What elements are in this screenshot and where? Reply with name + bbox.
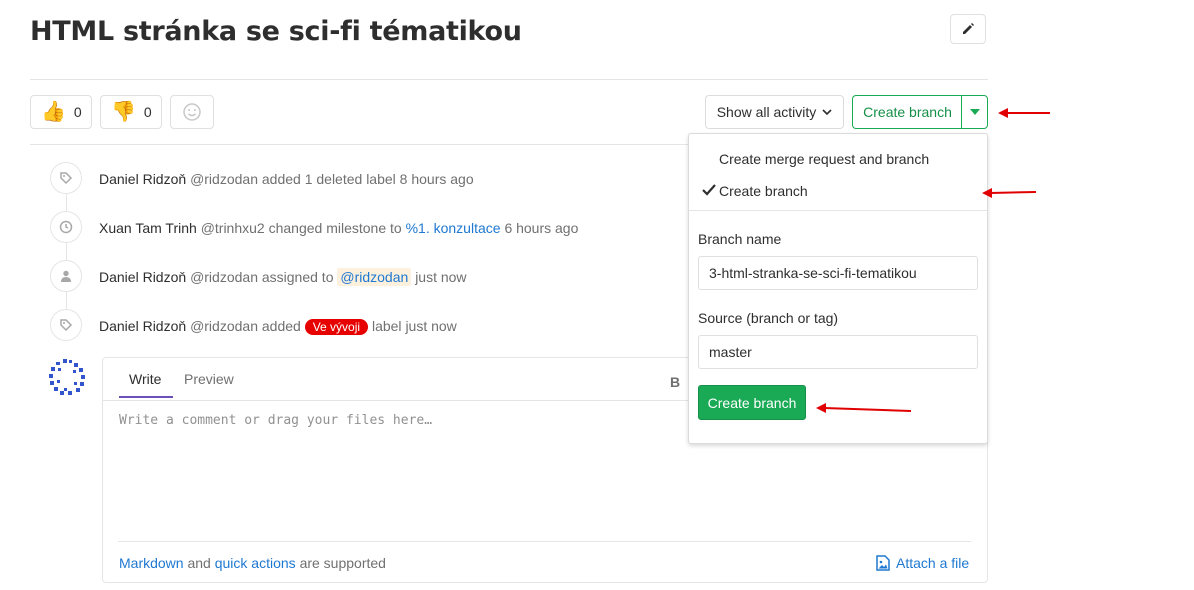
timeline-note: Daniel Ridzoň @ridzodan assigned to @rid… [99,268,467,286]
quick-actions-link[interactable]: quick actions [215,555,296,571]
image-file-icon [876,555,890,571]
thumbs-up-icon: 👍 [41,101,66,123]
title-divider [30,79,988,80]
markdown-link[interactable]: Markdown [119,555,184,571]
user-mention[interactable]: @ridzodan [337,268,412,286]
source-label: Source (branch or tag) [698,310,839,326]
clock-icon [59,220,73,234]
timeline-line [66,178,67,328]
option-create-merge-request-and-branch[interactable]: Create merge request and branch [719,151,929,167]
markdown-note: Markdown and quick actions are supported [119,555,386,571]
note-author[interactable]: Daniel Ridzoň [99,171,186,187]
tab-preview[interactable]: Preview [184,371,234,387]
annotation-arrow-3 [816,403,912,413]
chevron-down-icon [822,109,832,116]
note-author[interactable]: Daniel Ridzoň [99,269,186,285]
activity-divider [30,144,690,145]
note-time[interactable]: 6 hours ago [504,220,578,236]
note-handle[interactable]: @ridzodan [190,318,258,334]
markdown-note-and: and [187,555,211,571]
note-time[interactable]: just now [405,318,456,334]
tabs-divider [103,400,688,401]
create-branch-dropdown-toggle[interactable] [961,95,988,129]
attach-file-label: Attach a file [896,555,970,571]
note-author[interactable]: Daniel Ridzoň [99,318,186,334]
dropdown-divider [689,210,987,211]
annotation-arrow-2 [982,188,1037,198]
submit-create-branch-button[interactable]: Create branch [698,385,806,420]
pencil-icon [963,23,974,34]
note-action: added 1 deleted label [261,171,396,187]
note-author[interactable]: Xuan Tam Trinh [99,220,197,236]
note-handle[interactable]: @ridzodan [190,171,258,187]
annotation-arrow-1 [998,108,1050,118]
tab-write[interactable]: Write [129,371,161,387]
add-reaction-button[interactable] [170,95,214,129]
tag-icon [60,319,73,332]
activity-filter-label: Show all activity [716,104,817,120]
timeline-note: Daniel Ridzoň @ridzodan added Ve vývoji … [99,318,457,335]
thumbs-up-award-button[interactable]: 👍 0 [30,95,92,129]
note-handle[interactable]: @ridzodan [190,269,258,285]
smiley-icon [183,103,201,121]
scoped-label-badge[interactable]: Ve vývoji [304,319,369,335]
attach-file-button[interactable]: Attach a file [876,555,969,571]
branch-name-input[interactable]: 3-html-stranka-se-sci-fi-tematikou [698,256,978,290]
edit-title-button[interactable] [950,14,986,44]
tag-icon [60,172,73,185]
note-handle[interactable]: @trinhxu2 [201,220,265,236]
tab-write-underline [119,396,173,398]
option-create-branch[interactable]: Create branch [719,183,808,199]
branch-name-label: Branch name [698,231,782,247]
thumbs-down-award-button[interactable]: 👎 0 [100,95,162,129]
timeline-note: Xuan Tam Trinh @trinhxu2 changed milesto… [99,220,578,236]
source-input[interactable]: master [698,335,978,369]
timeline-event-icon [50,309,82,341]
note-action-suffix: label [371,318,402,334]
note-time[interactable]: 8 hours ago [400,171,474,187]
note-action: assigned to [261,269,334,285]
thumbs-down-icon: 👎 [111,101,136,123]
timeline-event-icon [50,162,82,194]
comment-footer-divider [118,541,971,542]
page-title: HTML stránka se sci-fi tématikou [30,16,522,47]
timeline-event-icon [50,260,82,292]
note-action: added [261,318,301,334]
note-action: changed milestone to [268,220,402,236]
comment-textarea[interactable]: Write a comment or drag your files here… [119,413,432,428]
bold-button[interactable]: B [670,374,680,390]
markdown-note-supported: are supported [299,555,386,571]
thumbs-up-count: 0 [73,104,82,120]
milestone-link[interactable]: %1. konzultace [406,220,501,236]
activity-filter-dropdown[interactable]: Show all activity [705,95,844,129]
note-time[interactable]: just now [415,269,466,285]
caret-down-icon [969,109,980,115]
timeline-event-icon [50,211,82,243]
thumbs-down-count: 0 [143,104,152,120]
avatar[interactable] [48,358,86,396]
create-branch-button[interactable]: Create branch [852,95,962,129]
check-icon [702,184,716,196]
timeline-note: Daniel Ridzoň @ridzodan added 1 deleted … [99,171,474,187]
user-icon [61,270,71,282]
